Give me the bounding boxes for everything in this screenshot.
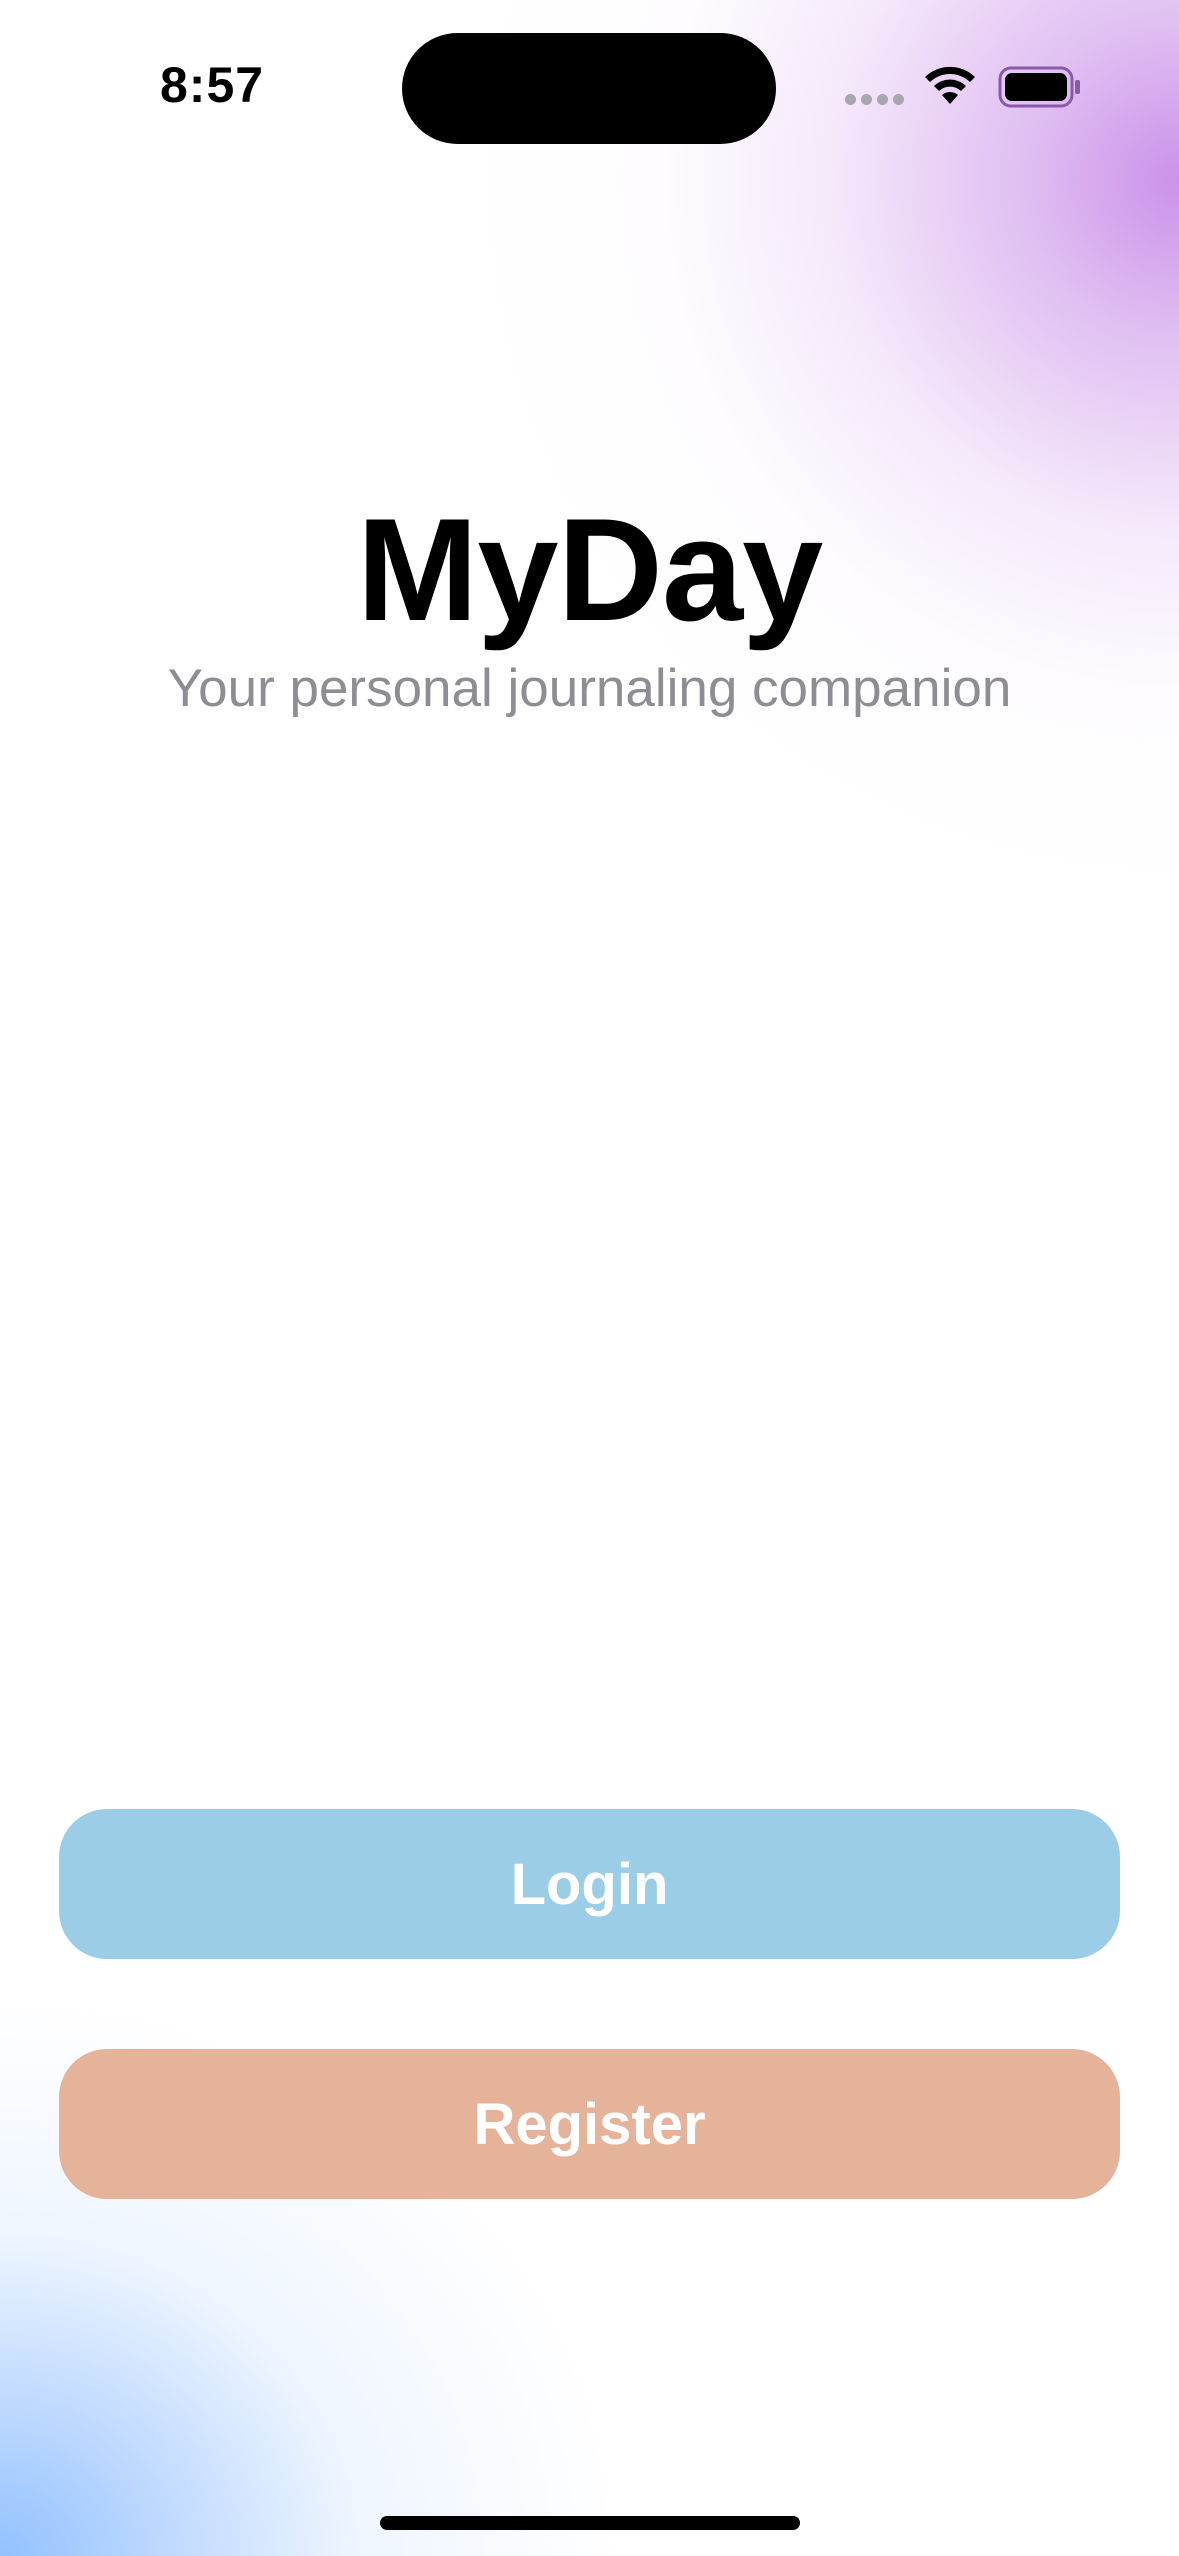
dynamic-island [402, 33, 776, 144]
status-bar-time: 8:57 [160, 57, 265, 113]
app-title: MyDay [356, 488, 824, 651]
home-indicator[interactable] [380, 2516, 800, 2530]
wifi-icon [925, 66, 975, 104]
login-button-label: Login [510, 1851, 669, 1917]
login-button[interactable]: Login [59, 1809, 1120, 1959]
battery-icon [998, 66, 1080, 108]
register-button-label: Register [473, 2091, 706, 2157]
cellular-signal-icon [845, 94, 905, 106]
register-button[interactable]: Register [59, 2049, 1120, 2199]
app-subtitle: Your personal journaling companion [167, 659, 1012, 718]
